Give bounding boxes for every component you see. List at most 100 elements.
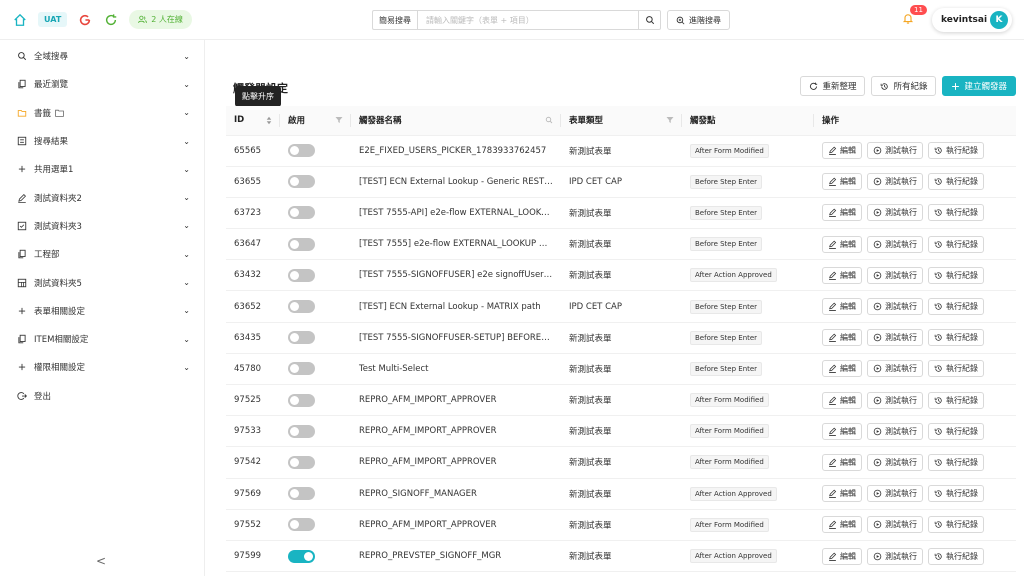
enabled-toggle[interactable] (288, 487, 315, 501)
enabled-toggle[interactable] (288, 393, 315, 407)
sidebar-item-10[interactable]: ITEM相關設定 ⌄ (0, 325, 204, 353)
search-type-select[interactable]: 簡易搜尋 (372, 10, 417, 30)
test-run-button-label: 測試執行 (885, 146, 917, 156)
test-run-button[interactable]: 測試執行 (867, 266, 923, 284)
run-log-button[interactable]: 執行紀錄 (928, 485, 984, 503)
run-log-button[interactable]: 執行紀錄 (928, 547, 984, 565)
test-run-button[interactable]: 測試執行 (867, 453, 923, 471)
test-run-button[interactable]: 測試執行 (867, 235, 923, 253)
trigger-name: [TEST] ECN External Lookup - Generic RES… (351, 166, 561, 198)
test-run-button[interactable]: 測試執行 (867, 329, 923, 347)
run-log-button[interactable]: 執行紀錄 (928, 453, 984, 471)
trigger-point-cell: After Form Modified (682, 135, 814, 167)
test-run-button[interactable]: 測試執行 (867, 204, 923, 222)
sidebar-item-12[interactable]: 登出 (0, 382, 204, 410)
enabled-toggle[interactable] (288, 268, 315, 282)
enabled-toggle[interactable] (288, 549, 315, 563)
search-icon (645, 15, 655, 25)
test-run-button[interactable]: 測試執行 (867, 391, 923, 409)
sidebar-item-2[interactable]: 書籤 ⌄ (0, 99, 204, 127)
enabled-toggle[interactable] (288, 206, 315, 220)
advanced-search-button[interactable]: 進階搜尋 (667, 10, 730, 30)
enabled-toggle[interactable] (288, 331, 315, 345)
row-actions-cell: 編輯 測試執行 執行紀錄 (814, 540, 1016, 573)
collapse-sidebar-button[interactable]: < (96, 554, 106, 568)
enabled-toggle[interactable] (288, 424, 315, 438)
test-run-button[interactable]: 測試執行 (867, 173, 923, 191)
sidebar-item-0[interactable]: 全域搜尋 ⌄ (0, 42, 204, 70)
run-log-button[interactable]: 執行紀錄 (928, 173, 984, 191)
run-log-button[interactable]: 執行紀錄 (928, 298, 984, 316)
edit-button[interactable]: 編輯 (822, 235, 862, 253)
play-icon (873, 396, 882, 405)
edit-button[interactable]: 編輯 (822, 516, 862, 534)
enabled-toggle[interactable] (288, 455, 315, 469)
enabled-toggle[interactable] (288, 237, 315, 251)
edit-button[interactable]: 編輯 (822, 453, 862, 471)
column-header-form-type: 表單類型 (561, 106, 682, 136)
enabled-toggle[interactable] (288, 175, 315, 189)
sidebar-item-11[interactable]: 權限相關設定 ⌄ (0, 353, 204, 381)
test-run-button[interactable]: 測試執行 (867, 298, 923, 316)
trigger-point-cell: After Action Approved (682, 540, 814, 573)
filter-icon[interactable] (666, 116, 674, 124)
sidebar-item-6[interactable]: 測試資料夾3 ⌄ (0, 212, 204, 240)
edit-button[interactable]: 編輯 (822, 266, 862, 284)
test-run-button[interactable]: 測試執行 (867, 142, 923, 160)
run-log-button[interactable]: 執行紀錄 (928, 360, 984, 378)
edit-button[interactable]: 編輯 (822, 173, 862, 191)
edit-button[interactable]: 編輯 (822, 142, 862, 160)
user-menu[interactable]: kevintsai K (932, 8, 1012, 32)
sidebar-item-3[interactable]: 搜尋結果 ⌄ (0, 127, 204, 155)
google-icon[interactable] (77, 12, 93, 28)
sidebar-item-7[interactable]: 工程部 ⌄ (0, 240, 204, 268)
run-log-button[interactable]: 執行紀錄 (928, 422, 984, 440)
search-icon[interactable] (545, 116, 553, 124)
table-row: 63647 [TEST 7555] e2e-flow EXTERNAL_LOOKU… (226, 228, 1016, 261)
filter-icon[interactable] (335, 116, 343, 124)
edit-button[interactable]: 編輯 (822, 360, 862, 378)
create-trigger-button[interactable]: 建立觸發器 (942, 76, 1016, 96)
edit-button[interactable]: 編輯 (822, 329, 862, 347)
column-header-id[interactable]: ID (226, 106, 280, 136)
notification-button[interactable]: 11 (902, 5, 927, 25)
run-log-button[interactable]: 執行紀錄 (928, 391, 984, 409)
enabled-toggle[interactable] (288, 144, 315, 158)
home-icon[interactable] (12, 12, 28, 28)
sidebar-item-9[interactable]: 表單相關設定 ⌄ (0, 297, 204, 325)
test-run-button[interactable]: 測試執行 (867, 516, 923, 534)
enabled-toggle[interactable] (288, 518, 315, 532)
edit-button[interactable]: 編輯 (822, 422, 862, 440)
sidebar-item-4[interactable]: 共用選單1 ⌄ (0, 155, 204, 183)
sidebar-item-8[interactable]: 測試資料夾5 ⌄ (0, 268, 204, 296)
enabled-toggle[interactable] (288, 362, 315, 376)
run-log-button[interactable]: 執行紀錄 (928, 266, 984, 284)
run-log-button[interactable]: 執行紀錄 (928, 235, 984, 253)
refresh-button[interactable]: 重新整理 (800, 76, 866, 96)
edit-button[interactable]: 編輯 (822, 547, 862, 565)
all-logs-button[interactable]: 所有紀錄 (871, 76, 937, 96)
refresh-icon[interactable] (103, 12, 119, 28)
sidebar-item-5[interactable]: 測試資料夾2 ⌄ (0, 183, 204, 211)
enabled-toggle[interactable] (288, 300, 315, 314)
edit-button[interactable]: 編輯 (822, 204, 862, 222)
online-users-pill[interactable]: 2 人在線 (129, 10, 192, 29)
run-log-button[interactable]: 執行紀錄 (928, 204, 984, 222)
run-log-button[interactable]: 執行紀錄 (928, 516, 984, 534)
search-input[interactable]: 請輸入關鍵字（表單 + 項目） (417, 10, 639, 30)
sort-icon[interactable] (266, 116, 272, 125)
edit-button[interactable]: 編輯 (822, 485, 862, 503)
sidebar-item-1[interactable]: 最近瀏覽 ⌄ (0, 70, 204, 98)
run-log-button-label: 執行紀錄 (946, 146, 978, 156)
history-icon (934, 458, 943, 467)
search-button[interactable] (639, 10, 661, 30)
test-run-button[interactable]: 測試執行 (867, 547, 923, 565)
test-run-button[interactable]: 測試執行 (867, 485, 923, 503)
row-actions-cell: 編輯 測試執行 執行紀錄 (814, 135, 1016, 167)
run-log-button[interactable]: 執行紀錄 (928, 329, 984, 347)
run-log-button[interactable]: 執行紀錄 (928, 142, 984, 160)
edit-button[interactable]: 編輯 (822, 298, 862, 316)
test-run-button[interactable]: 測試執行 (867, 360, 923, 378)
edit-button[interactable]: 編輯 (822, 391, 862, 409)
test-run-button[interactable]: 測試執行 (867, 422, 923, 440)
